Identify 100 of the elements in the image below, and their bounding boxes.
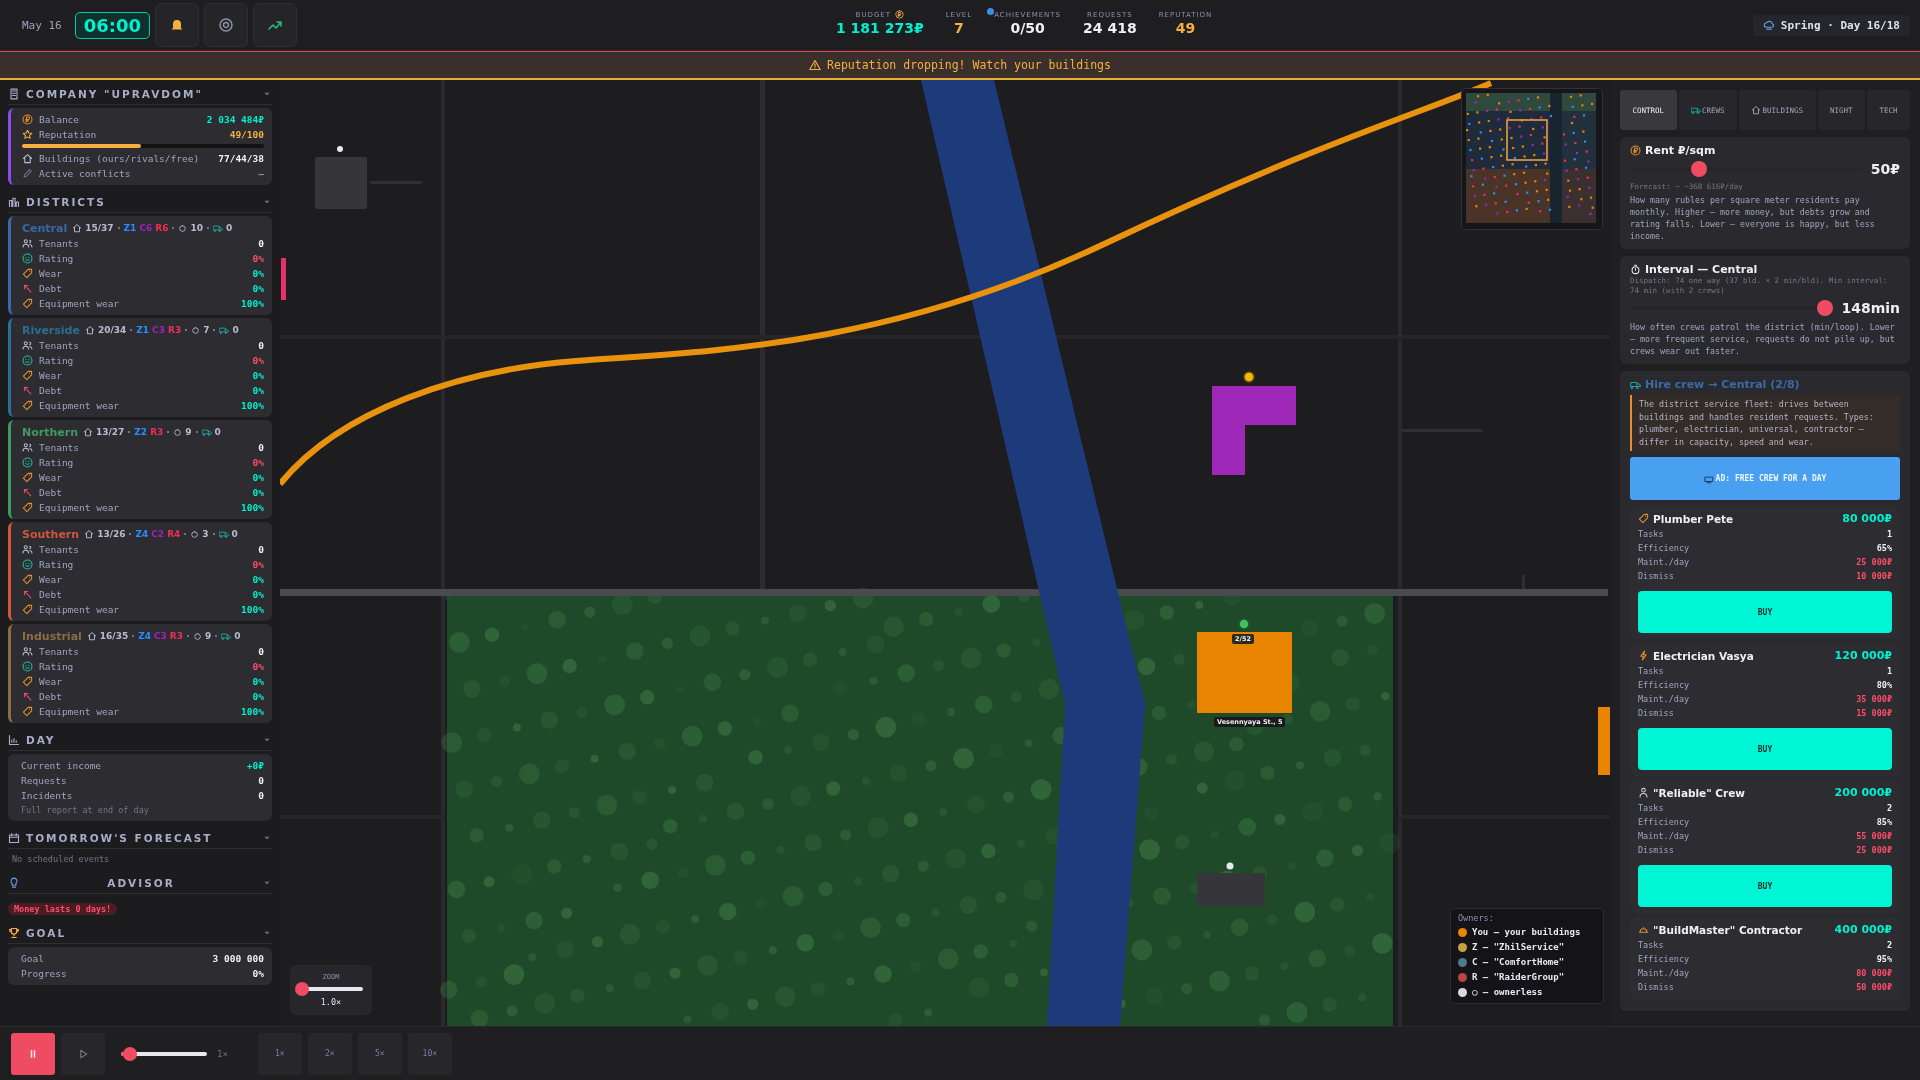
calendar-icon bbox=[8, 831, 20, 844]
timer-icon bbox=[1630, 264, 1641, 275]
legend-title: Owners: bbox=[1458, 913, 1495, 923]
stat-value: 35 000₽ bbox=[1856, 694, 1892, 704]
stat-label: Requests bbox=[21, 775, 68, 786]
stat-value: 24 418 bbox=[1083, 19, 1137, 36]
crew-price: 120 000₽ bbox=[1834, 649, 1892, 662]
stat-label: Debt bbox=[39, 385, 63, 396]
district-name: Northern bbox=[22, 425, 78, 439]
owner-count: Z4 bbox=[135, 529, 149, 539]
stat-value: 100% bbox=[241, 400, 264, 411]
stat-value: 15 000₽ bbox=[1856, 708, 1892, 718]
stat-label: Progress bbox=[21, 968, 68, 979]
speed-button[interactable]: 1× bbox=[257, 1032, 302, 1075]
stat-value: 100% bbox=[241, 706, 264, 717]
stat-value: 100% bbox=[241, 502, 264, 513]
play-icon bbox=[77, 1047, 89, 1060]
stat-value: 50 000₽ bbox=[1856, 982, 1892, 992]
stat-label: Tasks bbox=[1638, 940, 1665, 950]
house-icon bbox=[83, 427, 93, 437]
marker-dot bbox=[1243, 371, 1255, 383]
star-icon bbox=[22, 129, 33, 140]
tag-icon bbox=[22, 574, 33, 585]
house-icon bbox=[84, 325, 95, 335]
stat-label: Equipment wear bbox=[39, 604, 121, 615]
pause-button[interactable] bbox=[11, 1032, 55, 1075]
stat-label: Tenants bbox=[39, 340, 81, 351]
info-note: The district service fleet: drives between buildings and handles resident requests. Types: plumber, electrician, universal, contractor — differ in capacity, speed and wear. bbox=[1630, 395, 1900, 451]
crew-count: 0 bbox=[214, 427, 221, 437]
stat-label: Wear bbox=[39, 370, 63, 381]
owner-count: Z4 bbox=[138, 631, 151, 641]
speed-button[interactable]: 5× bbox=[357, 1032, 402, 1075]
speed-button[interactable]: 10× bbox=[407, 1032, 452, 1075]
stat-label: Tenants bbox=[39, 442, 81, 453]
stat-label: Rating bbox=[39, 559, 75, 570]
stat-value: 100% bbox=[241, 298, 264, 309]
person-icon bbox=[1638, 787, 1649, 798]
stat-value: 7 bbox=[954, 19, 964, 36]
warning-text: Reputation dropping! Watch your buildings bbox=[827, 58, 1111, 72]
tag-icon bbox=[22, 400, 33, 411]
tag-icon bbox=[22, 472, 33, 483]
truck-icon bbox=[221, 631, 232, 641]
trend-button[interactable] bbox=[253, 3, 298, 47]
stat-value: 80% bbox=[1876, 680, 1892, 690]
conflicts-label: Active conflicts bbox=[39, 168, 132, 179]
speed-slider[interactable] bbox=[121, 1046, 207, 1061]
document-icon bbox=[8, 87, 20, 100]
stat-label: Goal bbox=[21, 953, 45, 964]
building[interactable] bbox=[1212, 386, 1296, 475]
target-button[interactable] bbox=[204, 3, 249, 47]
marker-dot bbox=[337, 146, 343, 152]
building[interactable] bbox=[1197, 632, 1292, 713]
slider-thumb[interactable] bbox=[295, 982, 310, 996]
speed-button[interactable]: 2× bbox=[307, 1032, 352, 1075]
stat-label: Debt bbox=[39, 691, 63, 702]
stat-value: 25 000₽ bbox=[1856, 845, 1892, 855]
crew-count: 0 bbox=[232, 325, 239, 335]
slider-thumb[interactable] bbox=[122, 1046, 137, 1061]
cloud-icon bbox=[1762, 19, 1775, 31]
interval-slider[interactable] bbox=[1630, 301, 1832, 315]
district-card[interactable]: Industrial 16/35 Z4 C3 R3 9 0 Tenants 0 Rating 0% Wear 0% Debt 0% Equipment wear 100% bbox=[8, 624, 272, 723]
card-title: Interval — Central bbox=[1645, 263, 1758, 276]
rent-slider[interactable] bbox=[1630, 162, 1861, 176]
stat-label: Dismiss bbox=[1638, 708, 1675, 718]
owner-count: C3 bbox=[152, 325, 165, 335]
crew-name: "BuildMaster" Contractor bbox=[1653, 923, 1804, 936]
stat-value: 0% bbox=[252, 268, 264, 279]
minimap[interactable] bbox=[1461, 88, 1603, 230]
stat-value: 100% bbox=[241, 604, 264, 615]
stat-value: 1 bbox=[1886, 529, 1892, 539]
district-name: Riverside bbox=[22, 323, 80, 337]
stat-value: 80 000₽ bbox=[1856, 968, 1892, 978]
buy-button[interactable]: BUY bbox=[1638, 728, 1892, 770]
crew-count: 0 bbox=[231, 529, 238, 539]
stat-value: 65% bbox=[1876, 543, 1892, 553]
slider-thumb[interactable] bbox=[1691, 161, 1708, 177]
report-note: Full report at end of day bbox=[21, 804, 150, 817]
district-card[interactable]: Central 15/37 Z1 C6 R6 10 0 Tenants 0 Rating 0% Wear 0% Debt 0% Equipment wear 100% bbox=[8, 216, 272, 315]
district-card[interactable]: Northern 13/27 Z2 R3 9 0 Tenants 0 Rating 0% Wear 0% Debt 0% Equipment wear 100% bbox=[8, 420, 272, 519]
owner-count: R3 bbox=[150, 427, 164, 437]
stat-label: Wear bbox=[39, 676, 63, 687]
stat-label: Efficiency bbox=[1638, 543, 1691, 553]
district-card[interactable]: Southern 13/26 Z4 C2 R4 3 0 Tenants 0 Rating 0% Wear 0% Debt 0% Equipment wear 100% bbox=[8, 522, 272, 621]
district-card[interactable]: Riverside 20/34 Z1 C3 R3 7 0 Tenants 0 Rating 0% Wear 0% Debt 0% Equipment wear 100% bbox=[8, 318, 272, 417]
stat-label: Efficiency bbox=[1638, 954, 1691, 964]
stat-value: 0% bbox=[252, 457, 264, 468]
slider-thumb[interactable] bbox=[1817, 300, 1834, 316]
stat-value: 0 bbox=[258, 790, 264, 801]
stat-value: +0₽ bbox=[246, 760, 264, 771]
buy-button[interactable]: BUY bbox=[1638, 591, 1892, 633]
tag-icon bbox=[22, 268, 33, 279]
arrow-icon bbox=[22, 283, 33, 294]
legend-label: C — "ComfortHome" bbox=[1472, 957, 1565, 967]
arrow-icon bbox=[22, 487, 33, 498]
crew-count: 0 bbox=[234, 631, 241, 641]
notifications-button[interactable] bbox=[155, 3, 200, 47]
stat-label: Dismiss bbox=[1638, 571, 1675, 581]
tag-icon bbox=[1638, 513, 1649, 524]
buy-button[interactable]: BUY bbox=[1638, 865, 1892, 907]
arrow-icon bbox=[22, 691, 33, 702]
